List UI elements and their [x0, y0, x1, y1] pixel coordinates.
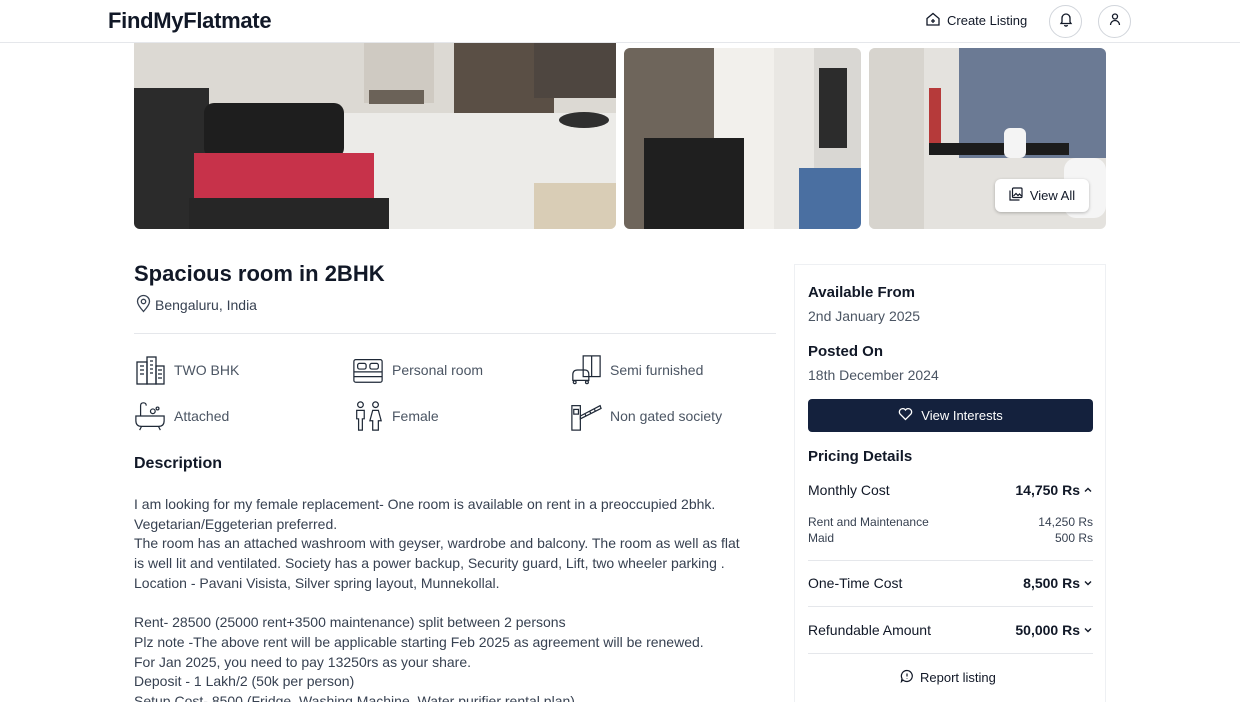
sofa-icon	[570, 353, 602, 387]
refundable-amount-value: 50,000 Rs	[1015, 622, 1080, 638]
heart-icon	[898, 407, 913, 424]
one-time-cost-value: 8,500 Rs	[1023, 575, 1080, 591]
feature-bathroom: Attached	[134, 399, 229, 433]
bell-icon	[1058, 11, 1074, 32]
feature-label: Non gated society	[610, 408, 723, 424]
description-line	[134, 594, 784, 614]
report-listing-button[interactable]: Report listing	[900, 669, 996, 686]
view-all-photos-button[interactable]: View All	[995, 179, 1089, 212]
view-all-label: View All	[1029, 188, 1076, 203]
view-interests-button[interactable]: View Interests	[808, 399, 1093, 432]
monthly-breakdown-row: Rent and Maintenance 14,250 Rs	[808, 515, 1093, 529]
refundable-amount-row: Refundable Amount 50,000 Rs	[808, 622, 1093, 638]
monthly-cost-row: Monthly Cost 14,750 Rs	[808, 482, 1093, 498]
posted-on-label: Posted On	[808, 343, 884, 360]
description-line: The room has an attached washroom with g…	[134, 535, 740, 552]
chevron-up-icon	[1083, 482, 1093, 498]
divider	[808, 606, 1093, 607]
logo[interactable]: FindMyFlatmate	[108, 8, 272, 34]
one-time-cost-toggle[interactable]: 8,500 Rs	[1023, 575, 1093, 591]
divider	[808, 560, 1093, 561]
bed-icon	[352, 353, 384, 387]
location-text: Bengaluru, India	[155, 297, 257, 313]
listing-photo-2[interactable]	[624, 48, 861, 229]
feature-bhk: TWO BHK	[134, 353, 239, 387]
one-time-cost-label: One-Time Cost	[808, 575, 903, 591]
feature-room-type: Personal room	[352, 353, 483, 387]
breakdown-value: 14,250 Rs	[1038, 515, 1093, 529]
top-navbar: FindMyFlatmate Create Listing	[0, 0, 1240, 43]
create-listing-label: Create Listing	[947, 13, 1028, 28]
monthly-breakdown-row: Maid 500 Rs	[808, 531, 1093, 545]
profile-button[interactable]	[1098, 5, 1131, 38]
notifications-button[interactable]	[1049, 5, 1082, 38]
people-icon	[352, 399, 384, 433]
description-line: Plz note -The above rent will be applica…	[134, 633, 704, 650]
monthly-cost-value: 14,750 Rs	[1015, 482, 1080, 498]
user-icon	[1108, 12, 1122, 31]
refundable-amount-label: Refundable Amount	[808, 622, 931, 638]
gallery-icon	[1009, 187, 1023, 204]
divider	[134, 333, 776, 334]
monthly-cost-toggle[interactable]: 14,750 Rs	[1015, 482, 1093, 498]
description-heading: Description	[134, 455, 223, 472]
available-from-value: 2nd January 2025	[808, 308, 921, 324]
description-text: I am looking for my female replacement- …	[134, 495, 784, 702]
posted-on-value: 18th December 2024	[808, 367, 939, 383]
description-line: is well lit and ventilated. Society has …	[134, 555, 725, 572]
building-icon	[134, 353, 166, 387]
feature-label: Attached	[174, 408, 230, 424]
listing-location: Bengaluru, India	[135, 294, 257, 316]
description-line: For Jan 2025, you need to pay 13250rs as…	[134, 653, 471, 670]
bathtub-icon	[134, 399, 166, 433]
description-line: Setup Cost- 8500 (Fridge, Washing Machin…	[134, 693, 575, 702]
message-icon	[900, 669, 914, 686]
feature-label: Personal room	[392, 362, 484, 378]
report-listing-label: Report listing	[920, 670, 996, 685]
feature-gender: Female	[352, 399, 439, 433]
divider	[808, 653, 1093, 654]
listing-photo-main[interactable]	[134, 43, 616, 229]
feature-furnishing: Semi furnished	[570, 353, 703, 387]
description-line: Rent- 28500 (25000 rent+3500 maintenance…	[134, 614, 566, 631]
available-from-label: Available From	[808, 284, 915, 301]
breakdown-label: Maid	[808, 531, 835, 545]
feature-label: TWO BHK	[174, 362, 240, 378]
description-line: Deposit - 1 Lakh/2 (50k per person)	[134, 673, 355, 690]
home-plus-icon	[925, 11, 941, 30]
create-listing-button[interactable]: Create Listing	[925, 11, 1027, 30]
description-line: Vegetarian/Eggeterian preferred.	[134, 515, 338, 532]
monthly-cost-label: Monthly Cost	[808, 482, 890, 498]
barrier-gate-icon	[570, 399, 602, 433]
breakdown-label: Rent and Maintenance	[808, 515, 929, 529]
refundable-amount-toggle[interactable]: 50,000 Rs	[1015, 622, 1093, 638]
chevron-down-icon	[1083, 575, 1093, 591]
one-time-cost-row: One-Time Cost 8,500 Rs	[808, 575, 1093, 591]
pricing-heading: Pricing Details	[808, 448, 913, 465]
description-line: Location - Pavani Visista, Silver spring…	[134, 574, 500, 591]
feature-society: Non gated society	[570, 399, 722, 433]
chevron-down-icon	[1083, 622, 1093, 638]
feature-label: Female	[392, 408, 439, 424]
breakdown-value: 500 Rs	[1054, 531, 1093, 545]
view-interests-label: View Interests	[921, 408, 1003, 423]
description-line: I am looking for my female replacement- …	[134, 496, 716, 512]
map-pin-icon	[135, 294, 152, 316]
listing-title: Spacious room in 2BHK	[134, 261, 385, 286]
feature-label: Semi furnished	[610, 362, 704, 378]
